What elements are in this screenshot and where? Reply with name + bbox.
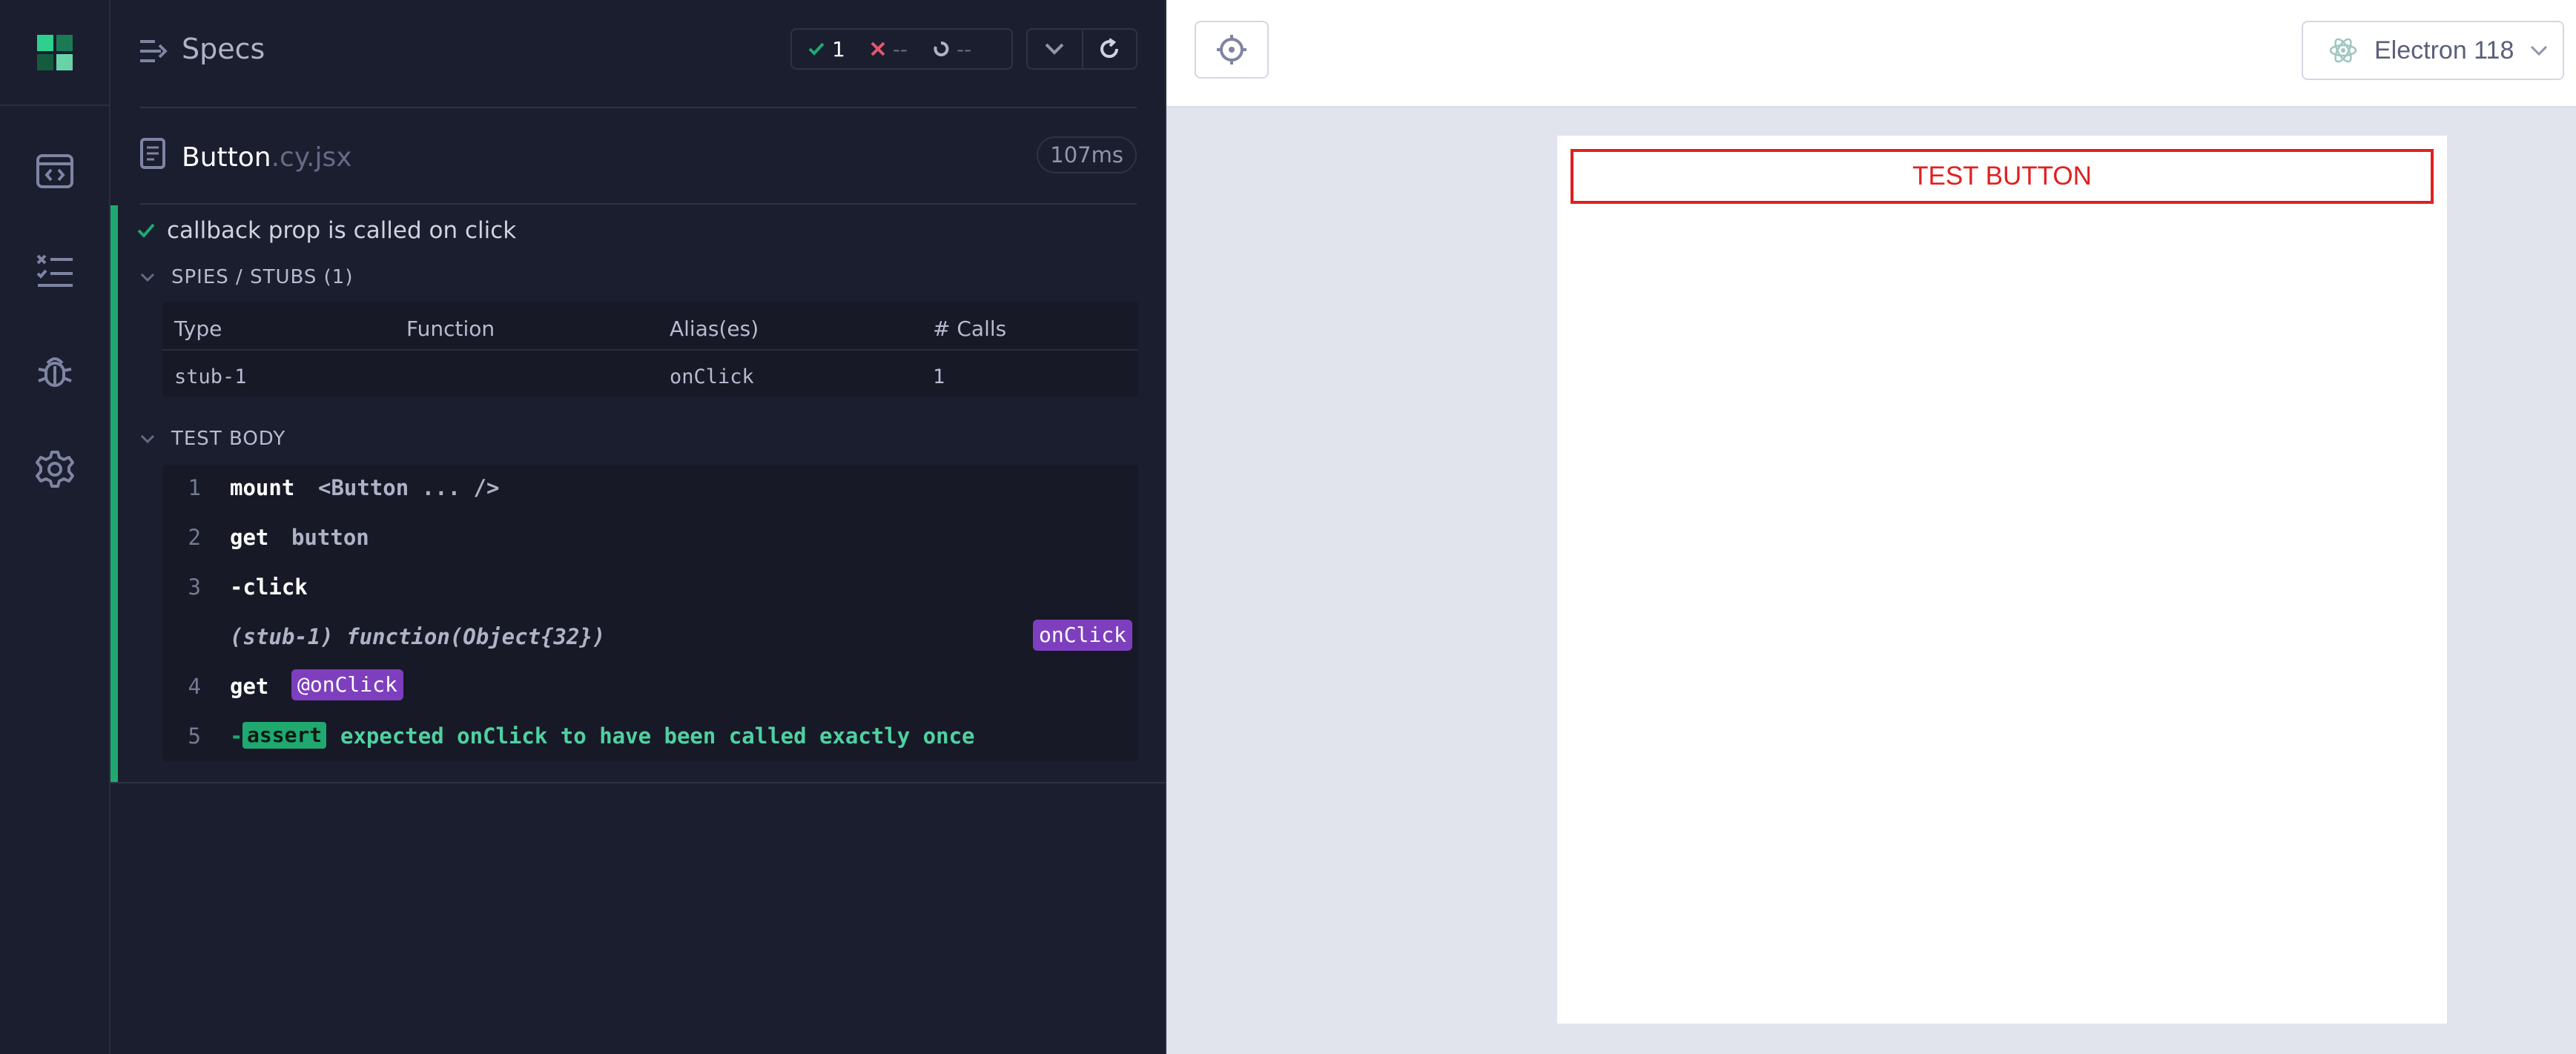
command-row[interactable]: 5 - assert expected onClick to have been… [162, 713, 1138, 758]
spies-header-text: SPIES / STUBS (1) [171, 266, 354, 288]
reporter-header: Specs 1 -- -- [110, 0, 1166, 108]
passed-stat: 1 [808, 37, 845, 62]
command-name: mount [230, 475, 295, 500]
check-icon [137, 223, 155, 238]
table-cell: onClick [670, 365, 754, 388]
command-number: 5 [188, 723, 201, 749]
command-row[interactable]: 2 get button [162, 514, 1138, 559]
command-name: - [230, 723, 243, 749]
pending-icon [934, 42, 949, 56]
aut-panel: Electron 118 TEST BUTTON [1166, 0, 2576, 1054]
spies-table: Type Function Alias(es) # Calls stub-1 o… [162, 302, 1138, 397]
command-row[interactable]: (stub-1) function(Object{32}) onClick [162, 614, 1138, 658]
failed-stat: -- [871, 37, 908, 62]
crosshair-icon [1217, 35, 1246, 64]
file-icon [140, 138, 165, 169]
command-message: <Button ... /> [318, 475, 500, 500]
chevron-down-icon [2531, 45, 2548, 56]
command-row[interactable]: 1 mount <Button ... /> [162, 465, 1138, 509]
column-header: # Calls [933, 316, 1007, 341]
divider [162, 349, 1138, 351]
command-number: 2 [188, 525, 201, 550]
aut-toolbar: Electron 118 [1166, 0, 2576, 107]
table-cell: 1 [933, 365, 945, 388]
pending-stat: -- [933, 37, 971, 62]
test-title[interactable]: callback prop is called on click [137, 217, 516, 244]
spec-file-ext: .cy.jsx [271, 142, 352, 173]
browser-selector[interactable]: Electron 118 [2302, 21, 2564, 80]
command-log: 1 mount <Button ... /> 2 get button 3 -c… [162, 465, 1138, 761]
test-body-header[interactable]: TEST BODY [140, 428, 285, 450]
command-number: 1 [188, 475, 201, 500]
reporter-panel: Specs 1 -- -- Button.cy.jsx 107ms callba… [110, 0, 1166, 1054]
passed-count: 1 [832, 36, 845, 62]
table-cell: stub-1 [174, 365, 247, 388]
divider [110, 782, 1166, 783]
column-header: Alias(es) [670, 316, 759, 341]
browser-name: Electron 118 [2374, 36, 2514, 64]
spec-file-name[interactable]: Button.cy.jsx [182, 142, 352, 173]
failed-count: -- [892, 36, 908, 62]
spies-section-header[interactable]: SPIES / STUBS (1) [140, 266, 353, 288]
alias-badge: @onClick [291, 669, 403, 700]
side-nav [0, 0, 110, 1054]
alias-badge: onClick [1032, 620, 1132, 651]
aut-iframe: TEST BUTTON [1557, 136, 2447, 1024]
command-name: get [230, 525, 269, 550]
nav-specs[interactable] [0, 233, 109, 308]
refresh-icon [1100, 38, 1119, 59]
app-logo[interactable] [0, 0, 109, 106]
command-number: 3 [188, 574, 201, 600]
rerun-button[interactable] [1081, 30, 1136, 68]
assert-badge: assert [242, 722, 327, 749]
duration-badge: 107ms [1037, 136, 1137, 173]
nav-runs[interactable] [0, 134, 109, 208]
command-name: -click [230, 574, 308, 600]
divider [140, 203, 1137, 205]
chevron-down-icon [140, 434, 155, 443]
specs-toggle-icon[interactable] [139, 39, 168, 64]
debug-icon [37, 357, 72, 387]
chevron-down-icon [1046, 43, 1064, 55]
test-stats: 1 -- -- [790, 28, 1013, 70]
test-title-text: callback prop is called on click [167, 217, 517, 244]
command-row[interactable]: 3 -click [162, 564, 1138, 609]
command-message: (stub-1) function(Object{32}) [230, 624, 606, 649]
specs-list-icon [36, 254, 73, 287]
chevron-down-icon [140, 273, 155, 282]
x-icon [871, 42, 885, 56]
command-row[interactable]: 4 get @onClick [162, 663, 1138, 708]
command-number: 4 [188, 674, 201, 699]
cypress-logo-icon [36, 34, 73, 70]
settings-icon [35, 451, 74, 488]
column-header: Function [406, 316, 495, 341]
electron-icon [2329, 38, 2357, 63]
spec-file-header: Button.cy.jsx 107ms [110, 108, 1166, 205]
specs-label[interactable]: Specs [182, 33, 265, 65]
selector-playground-button[interactable] [1195, 21, 1269, 79]
runs-icon [36, 154, 73, 188]
test-item: callback prop is called on click SPIES /… [110, 205, 1166, 783]
nav-settings[interactable] [0, 432, 109, 506]
command-message: button [291, 525, 369, 550]
spec-file-base: Button [182, 142, 271, 173]
test-body-header-text: TEST BODY [171, 428, 286, 450]
assert-message: expected onClick to have been called exa… [340, 723, 975, 749]
nav-debug[interactable] [0, 334, 109, 408]
test-button[interactable]: TEST BUTTON [1571, 149, 2434, 204]
collapse-button[interactable] [1028, 30, 1082, 68]
pending-count: -- [957, 36, 972, 62]
column-header: Type [174, 316, 222, 341]
reporter-controls [1026, 28, 1137, 70]
check-icon [808, 42, 825, 56]
command-name: get [230, 674, 269, 699]
